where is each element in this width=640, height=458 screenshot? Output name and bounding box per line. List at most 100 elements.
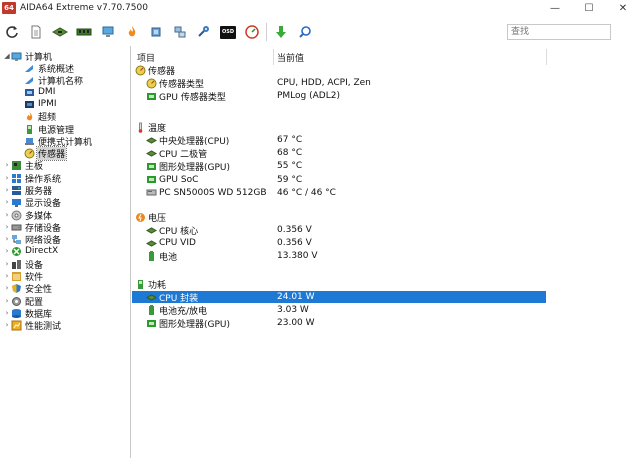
- memory-button[interactable]: [72, 20, 96, 44]
- tree-expander[interactable]: ›: [3, 297, 11, 305]
- computer-button[interactable]: [96, 20, 120, 44]
- search-button[interactable]: [293, 20, 317, 44]
- list-row[interactable]: 电池充/放电 3.03 W: [132, 304, 546, 317]
- list-row[interactable]: CPU 封装 24.01 W: [132, 291, 546, 304]
- tree-item[interactable]: › 服务器: [3, 184, 53, 197]
- tree-item[interactable]: › 网络设备: [3, 233, 62, 246]
- download-icon: [276, 26, 286, 38]
- tree-item[interactable]: 便携式计算机: [24, 135, 93, 148]
- tree-item[interactable]: 计算机名称: [24, 74, 84, 87]
- list-row[interactable]: 中央处理器(CPU) 67 °C: [132, 134, 546, 147]
- tree-item-icon: [24, 124, 35, 135]
- tree-item-icon: [11, 296, 22, 307]
- list-row[interactable]: 传感器类型 CPU, HDD, ACPI, Zen: [132, 77, 546, 90]
- cpu-button[interactable]: [144, 20, 168, 44]
- tree-expander[interactable]: ›: [3, 198, 11, 206]
- list-row[interactable]: 图形处理器(GPU) 55 °C: [132, 160, 546, 173]
- cpu-chip-icon: [146, 240, 157, 247]
- tree-item[interactable]: 超频: [24, 110, 57, 123]
- tree-expander[interactable]: ›: [3, 272, 11, 280]
- tree-expander[interactable]: ›: [3, 223, 11, 231]
- thermometer-icon: [138, 122, 143, 133]
- tree-expander[interactable]: ›: [3, 309, 11, 317]
- list-row[interactable]: 电池 13.380 V: [132, 250, 546, 263]
- tree-item[interactable]: 系统概述: [24, 62, 75, 75]
- tree-item-icon: [11, 308, 22, 319]
- osd-button[interactable]: OSD: [216, 20, 240, 44]
- toolbar: OSD: [0, 18, 640, 46]
- cpu-chip-icon: [146, 136, 157, 144]
- search-input[interactable]: [507, 24, 611, 40]
- refresh-button[interactable]: [0, 20, 24, 44]
- row-name: 图形处理器(GPU): [159, 162, 231, 173]
- tree-expander[interactable]: ›: [3, 235, 11, 243]
- overclock-button[interactable]: [120, 20, 144, 44]
- list-group-header[interactable]: 功耗: [135, 278, 549, 291]
- minimize-button[interactable]: —: [538, 0, 572, 16]
- list-row[interactable]: GPU SoC 59 °C: [132, 174, 546, 186]
- tree-item-label: DirectX: [25, 246, 59, 256]
- column-divider[interactable]: [273, 49, 274, 65]
- row-icon: [146, 78, 157, 89]
- list-row[interactable]: GPU 传感器类型 PMLog (ADL2): [132, 90, 546, 103]
- group-icon: [135, 65, 146, 76]
- tree-expander[interactable]: ›: [3, 186, 11, 194]
- column-divider[interactable]: [546, 49, 547, 65]
- row-value: 24.01 W: [277, 292, 315, 302]
- list-row[interactable]: CPU 核心 0.356 V: [132, 224, 546, 237]
- tree-item[interactable]: IPMI: [24, 98, 58, 110]
- tree-item[interactable]: ◢ 计算机: [3, 50, 53, 63]
- tree-item-label: 超频: [38, 112, 57, 123]
- search-icon: [299, 26, 311, 38]
- tree-expander[interactable]: ›: [3, 284, 11, 292]
- list-group-header[interactable]: 温度: [135, 121, 549, 134]
- row-icon: [146, 174, 157, 185]
- network-button[interactable]: [168, 20, 192, 44]
- close-button[interactable]: ✕: [606, 0, 640, 16]
- app-icon: 64: [2, 2, 16, 14]
- list-row[interactable]: PC SN5000S WD 512GB 46 °C / 46 °C: [132, 187, 546, 199]
- maximize-button[interactable]: ☐: [572, 0, 606, 16]
- tree-item[interactable]: › 设备: [3, 258, 44, 271]
- row-value: 68 °C: [277, 148, 303, 159]
- row-value: 46 °C / 46 °C: [277, 187, 336, 198]
- report-button[interactable]: [24, 20, 48, 44]
- sensor-list: 项目 当前值 传感器 传感器类型 CPU, HDD, ACPI, Zen GPU 传感…: [132, 46, 640, 458]
- tree-expander[interactable]: ›: [3, 321, 11, 329]
- tree-item[interactable]: 传感器: [24, 145, 68, 161]
- tree-item[interactable]: › 配置: [3, 295, 44, 308]
- list-row[interactable]: 图形处理器(GPU) 23.00 W: [132, 317, 546, 330]
- tree-item[interactable]: › 主板: [3, 159, 44, 172]
- cpu-chip-icon: [146, 226, 157, 234]
- tree-expander[interactable]: ›: [3, 260, 11, 268]
- tree-item[interactable]: › 显示设备: [3, 196, 62, 209]
- tree-expander[interactable]: ›: [3, 174, 11, 182]
- tree-expander[interactable]: ›: [3, 211, 11, 219]
- tree-item[interactable]: 电源管理: [24, 123, 75, 136]
- tree-item[interactable]: DMI: [24, 86, 56, 98]
- motherboard-button[interactable]: [48, 20, 72, 44]
- sensor-icon: [24, 148, 35, 158]
- tree-item-icon: [24, 111, 35, 122]
- list-group-header[interactable]: 传感器: [135, 64, 549, 77]
- gauge-button[interactable]: [240, 20, 264, 44]
- tree-item[interactable]: › 存储设备: [3, 221, 62, 234]
- tree-item-label: 网络设备: [25, 235, 62, 246]
- column-header-value[interactable]: 当前值: [277, 49, 304, 65]
- download-button[interactable]: [269, 20, 293, 44]
- tools-button[interactable]: [192, 20, 216, 44]
- tree-item[interactable]: › 安全性: [3, 282, 53, 295]
- tree-item[interactable]: › 性能测试: [3, 319, 62, 332]
- tree-item[interactable]: › 软件: [3, 270, 44, 283]
- list-group-header[interactable]: 电压: [135, 211, 549, 224]
- tree-expander[interactable]: ◢: [3, 52, 11, 60]
- tree-item[interactable]: › 操作系统: [3, 172, 62, 185]
- list-row[interactable]: CPU VID 0.356 V: [132, 237, 546, 249]
- list-row[interactable]: CPU 二极管 68 °C: [132, 147, 546, 160]
- tree-item[interactable]: › 数据库: [3, 307, 53, 320]
- tree-expander[interactable]: ›: [3, 161, 11, 169]
- tree-item[interactable]: › DirectX: [3, 245, 59, 257]
- multimedia-icon: [11, 210, 22, 220]
- tree-expander[interactable]: ›: [3, 247, 11, 255]
- tree-item[interactable]: › 多媒体: [3, 209, 53, 222]
